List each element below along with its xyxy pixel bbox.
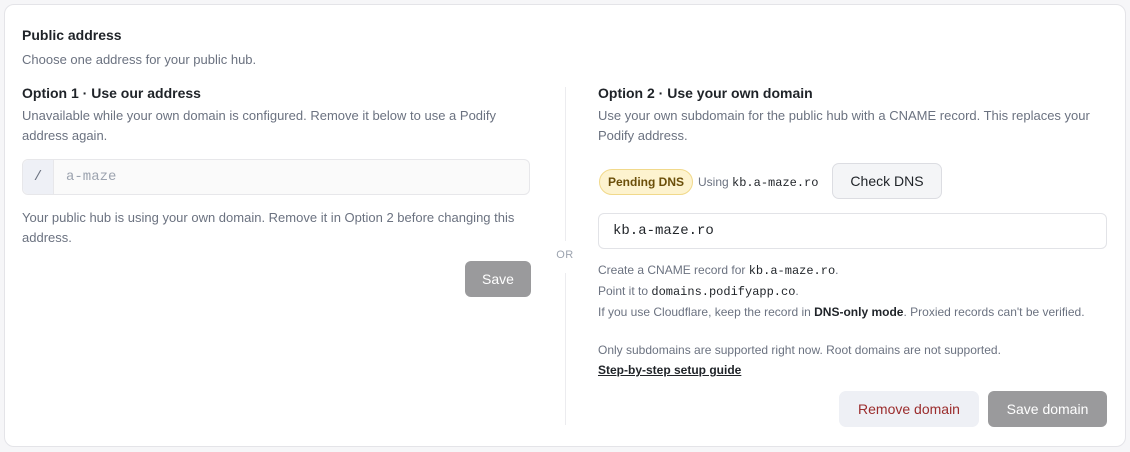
cname-suffix: . [835,263,839,277]
divider-line-top [565,87,566,241]
address-field: / [22,159,530,195]
point-instruction: Point it to domains.podifyapp.co. [598,283,799,300]
section-title: Public address [22,27,122,43]
cname-instruction: Create a CNAME record for kb.a-maze.ro. [598,262,839,279]
point-suffix: . [795,284,799,298]
option1-title: Option 1 · Use our address [22,85,201,101]
cloudflare-instruction: If you use Cloudflare, keep the record i… [598,304,1098,320]
point-target: domains.podifyapp.co [651,285,796,299]
setup-guide-link[interactable]: Step-by-step setup guide [598,363,741,377]
address-prefix: / [23,160,54,194]
cloudflare-mode: DNS-only mode [814,305,904,319]
domain-field [598,213,1107,249]
option1-description: Unavailable while your own domain is con… [22,108,497,143]
domain-input[interactable] [611,222,1095,240]
section-subtitle: Choose one address for your public hub. [22,52,257,67]
cname-prefix: Create a CNAME record for [598,263,746,277]
address-input[interactable] [54,161,508,193]
remove-domain-button[interactable]: Remove domain [839,391,979,427]
cloudflare-prefix: If you use Cloudflare, keep the record i… [598,305,811,319]
point-prefix: Point it to [598,284,649,298]
subdomain-note: Only subdomains are supported right now.… [598,343,1001,357]
divider-line-bottom [565,273,566,425]
save-domain-button[interactable]: Save domain [988,391,1107,427]
option2-title: Option 2 · Use your own domain [598,85,813,101]
using-label: Using [698,175,729,189]
status-badge: Pending DNS [599,169,694,195]
save-button[interactable]: Save [465,261,531,297]
or-divider-label: OR [556,249,574,261]
public-address-card: Public address Choose one address for yo… [4,4,1126,447]
using-domain: kb.a-maze.ro [732,176,819,190]
cloudflare-suffix: . Proxied records can't be verified. [903,305,1085,319]
option2-description: Use your own subdomain for the public hu… [598,108,1090,143]
option1-note: Your public hub is using your own domain… [22,210,515,245]
cname-domain: kb.a-maze.ro [748,264,836,278]
check-dns-button[interactable]: Check DNS [832,163,942,199]
using-domain-text: Using kb.a-maze.ro [698,175,818,190]
